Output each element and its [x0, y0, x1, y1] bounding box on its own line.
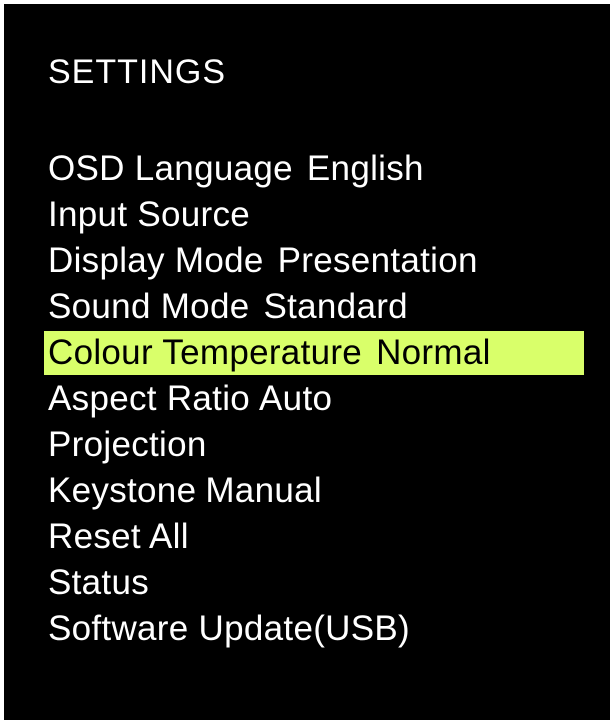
menu-item-colour-temperature[interactable]: Colour Temperature Normal — [44, 331, 584, 375]
menu-item-keystone[interactable]: Keystone Manual — [44, 468, 584, 514]
menu-item-label: Aspect Ratio — [48, 379, 251, 418]
menu-item-label: OSD Language — [48, 149, 293, 188]
menu-item-osd-language[interactable]: OSD Language English — [44, 146, 584, 192]
menu-item-value: Standard — [263, 287, 408, 326]
menu-item-label: Input Source — [48, 195, 251, 234]
menu-item-label: Software Update(USB) — [48, 609, 410, 648]
menu-item-aspect-ratio[interactable]: Aspect Ratio Auto — [44, 376, 584, 422]
menu-item-label: Status — [48, 563, 150, 602]
menu-item-label: Keystone — [48, 471, 197, 510]
menu-item-projection[interactable]: Projection — [44, 422, 584, 468]
menu-item-sound-mode[interactable]: Sound Mode Standard — [44, 284, 584, 330]
settings-menu-list: OSD Language English Input Source Display… — [44, 146, 584, 652]
menu-item-input-source[interactable]: Input Source — [44, 192, 584, 238]
osd-settings-screen: SETTINGS OSD Language English Input Sourc… — [4, 4, 610, 720]
menu-item-reset-all[interactable]: Reset All — [44, 514, 584, 560]
menu-item-value: Manual — [205, 471, 322, 510]
menu-item-display-mode[interactable]: Display Mode Presentation — [44, 238, 584, 284]
menu-item-label: Colour Temperature — [48, 333, 363, 372]
menu-item-value: Normal — [376, 333, 491, 372]
menu-item-label: Projection — [48, 425, 207, 464]
menu-item-value: Presentation — [277, 241, 478, 280]
menu-item-software-update[interactable]: Software Update(USB) — [44, 606, 584, 652]
menu-item-value: English — [306, 149, 424, 188]
menu-item-value: Auto — [259, 379, 333, 418]
menu-item-label: Display Mode — [48, 241, 264, 280]
menu-item-status[interactable]: Status — [44, 560, 584, 606]
menu-title: SETTINGS — [48, 53, 227, 91]
menu-item-label: Sound Mode — [48, 287, 250, 326]
menu-item-label: Reset All — [48, 517, 189, 556]
